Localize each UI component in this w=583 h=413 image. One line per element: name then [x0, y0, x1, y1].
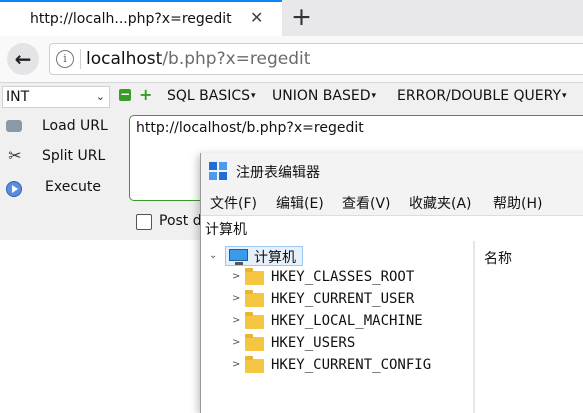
hackbar-toolbar: INT ⌄ − + SQL BASICS▾ UNION BASED▾ ERROR… [0, 83, 583, 111]
folder-icon [245, 334, 264, 351]
menu-union-based[interactable]: UNION BASED▾ [272, 88, 376, 104]
folder-icon [245, 268, 264, 285]
navigation-bar: ← i localhost/b.php?x=regedit [0, 36, 583, 83]
menu-file[interactable]: 文件(F) [210, 193, 257, 213]
regedit-title: 注册表编辑器 [236, 165, 320, 181]
menu-error-double-query[interactable]: ERROR/DOUBLE QUERY▾ [397, 88, 567, 104]
url-text[interactable]: localhost/b.php?x=regedit [86, 49, 310, 69]
chevron-right-icon[interactable]: > [232, 359, 240, 370]
values-pane: 名称 [475, 241, 583, 413]
execute-label: Execute [45, 179, 101, 195]
post-data-label: Post d [159, 213, 202, 229]
increase-icon[interactable]: + [139, 87, 152, 103]
tree-item-label: HKEY_LOCAL_MACHINE [271, 313, 423, 329]
tree-root-computer[interactable]: ⌄ 计算机 [207, 245, 467, 267]
computer-icon [229, 249, 248, 265]
browser-tab[interactable]: http://localh...php?x=regedit ✕ [0, 0, 282, 36]
split-url-button[interactable]: ✂ Split URL [4, 144, 124, 170]
execute-button[interactable]: Execute [4, 175, 124, 201]
menu-help[interactable]: 帮助(H) [493, 193, 542, 213]
tree-item-label: HKEY_CLASSES_ROOT [271, 269, 415, 285]
chevron-right-icon[interactable]: > [232, 337, 240, 348]
regedit-address-bar[interactable]: 计算机 [201, 215, 583, 242]
chevron-right-icon[interactable]: > [232, 293, 240, 304]
tree-item-hkey-classes-root[interactable]: > HKEY_CLASSES_ROOT [231, 267, 471, 289]
close-icon[interactable]: ✕ [250, 8, 263, 27]
tree-root-label: 计算机 [254, 250, 296, 266]
url-divider [80, 49, 81, 69]
regedit-titlebar[interactable]: 注册表编辑器 [201, 153, 583, 189]
url-host: localhost [86, 49, 163, 69]
new-tab-button[interactable]: + [291, 2, 312, 32]
chevron-down-icon[interactable]: ⌄ [209, 250, 217, 261]
tab-strip: http://localh...php?x=regedit ✕ + [0, 0, 583, 36]
tab-title: http://localh...php?x=regedit [30, 11, 232, 27]
regedit-app-icon [209, 162, 227, 180]
regedit-address-text: 计算机 [205, 222, 247, 238]
load-url-label: Load URL [42, 118, 108, 134]
back-button[interactable]: ← [7, 43, 39, 75]
menu-sql-basics[interactable]: SQL BASICS▾ [167, 88, 256, 104]
load-url-icon [6, 120, 22, 132]
folder-icon [245, 290, 264, 307]
tree-item-hkey-users[interactable]: > HKEY_USERS [231, 333, 471, 355]
decrease-icon[interactable]: − [119, 88, 131, 101]
chevron-right-icon[interactable]: > [232, 315, 240, 326]
menu-edit[interactable]: 编辑(E) [276, 193, 324, 213]
regedit-menubar: 文件(F) 编辑(E) 查看(V) 收藏夹(A) 帮助(H) [201, 189, 583, 215]
menu-view[interactable]: 查看(V) [342, 193, 391, 213]
folder-icon [245, 356, 264, 373]
type-select-value: INT [6, 89, 30, 105]
column-header-name[interactable]: 名称 [484, 248, 512, 268]
tree-item-label: HKEY_CURRENT_USER [271, 291, 415, 307]
chevron-right-icon[interactable]: > [232, 271, 240, 282]
post-data-checkbox[interactable] [136, 214, 152, 230]
folder-icon [245, 312, 264, 329]
url-bar[interactable]: i localhost/b.php?x=regedit [49, 43, 583, 75]
tree-item-hkey-current-user[interactable]: > HKEY_CURRENT_USER [231, 289, 471, 311]
tree-item-hkey-current-config[interactable]: > HKEY_CURRENT_CONFIG [231, 355, 471, 377]
chevron-down-icon: ⌄ [95, 90, 105, 103]
play-icon [6, 181, 22, 197]
scissors-icon: ✂ [8, 146, 22, 165]
type-select[interactable]: INT ⌄ [2, 86, 110, 108]
load-url-button[interactable]: Load URL [4, 114, 124, 140]
split-url-label: Split URL [42, 148, 106, 164]
url-path: /b.php?x=regedit [162, 49, 311, 69]
registry-tree: ⌄ 计算机 > HKEY_CLASSES_ROOT > HKEY_CURRENT… [201, 241, 473, 413]
menu-favorites[interactable]: 收藏夹(A) [409, 193, 472, 213]
info-icon[interactable]: i [56, 50, 74, 68]
regedit-window: 注册表编辑器 文件(F) 编辑(E) 查看(V) 收藏夹(A) 帮助(H) 计算… [200, 153, 583, 413]
tree-item-hkey-local-machine[interactable]: > HKEY_LOCAL_MACHINE [231, 311, 471, 333]
tree-item-label: HKEY_CURRENT_CONFIG [271, 357, 432, 373]
tree-item-label: HKEY_USERS [271, 335, 356, 351]
